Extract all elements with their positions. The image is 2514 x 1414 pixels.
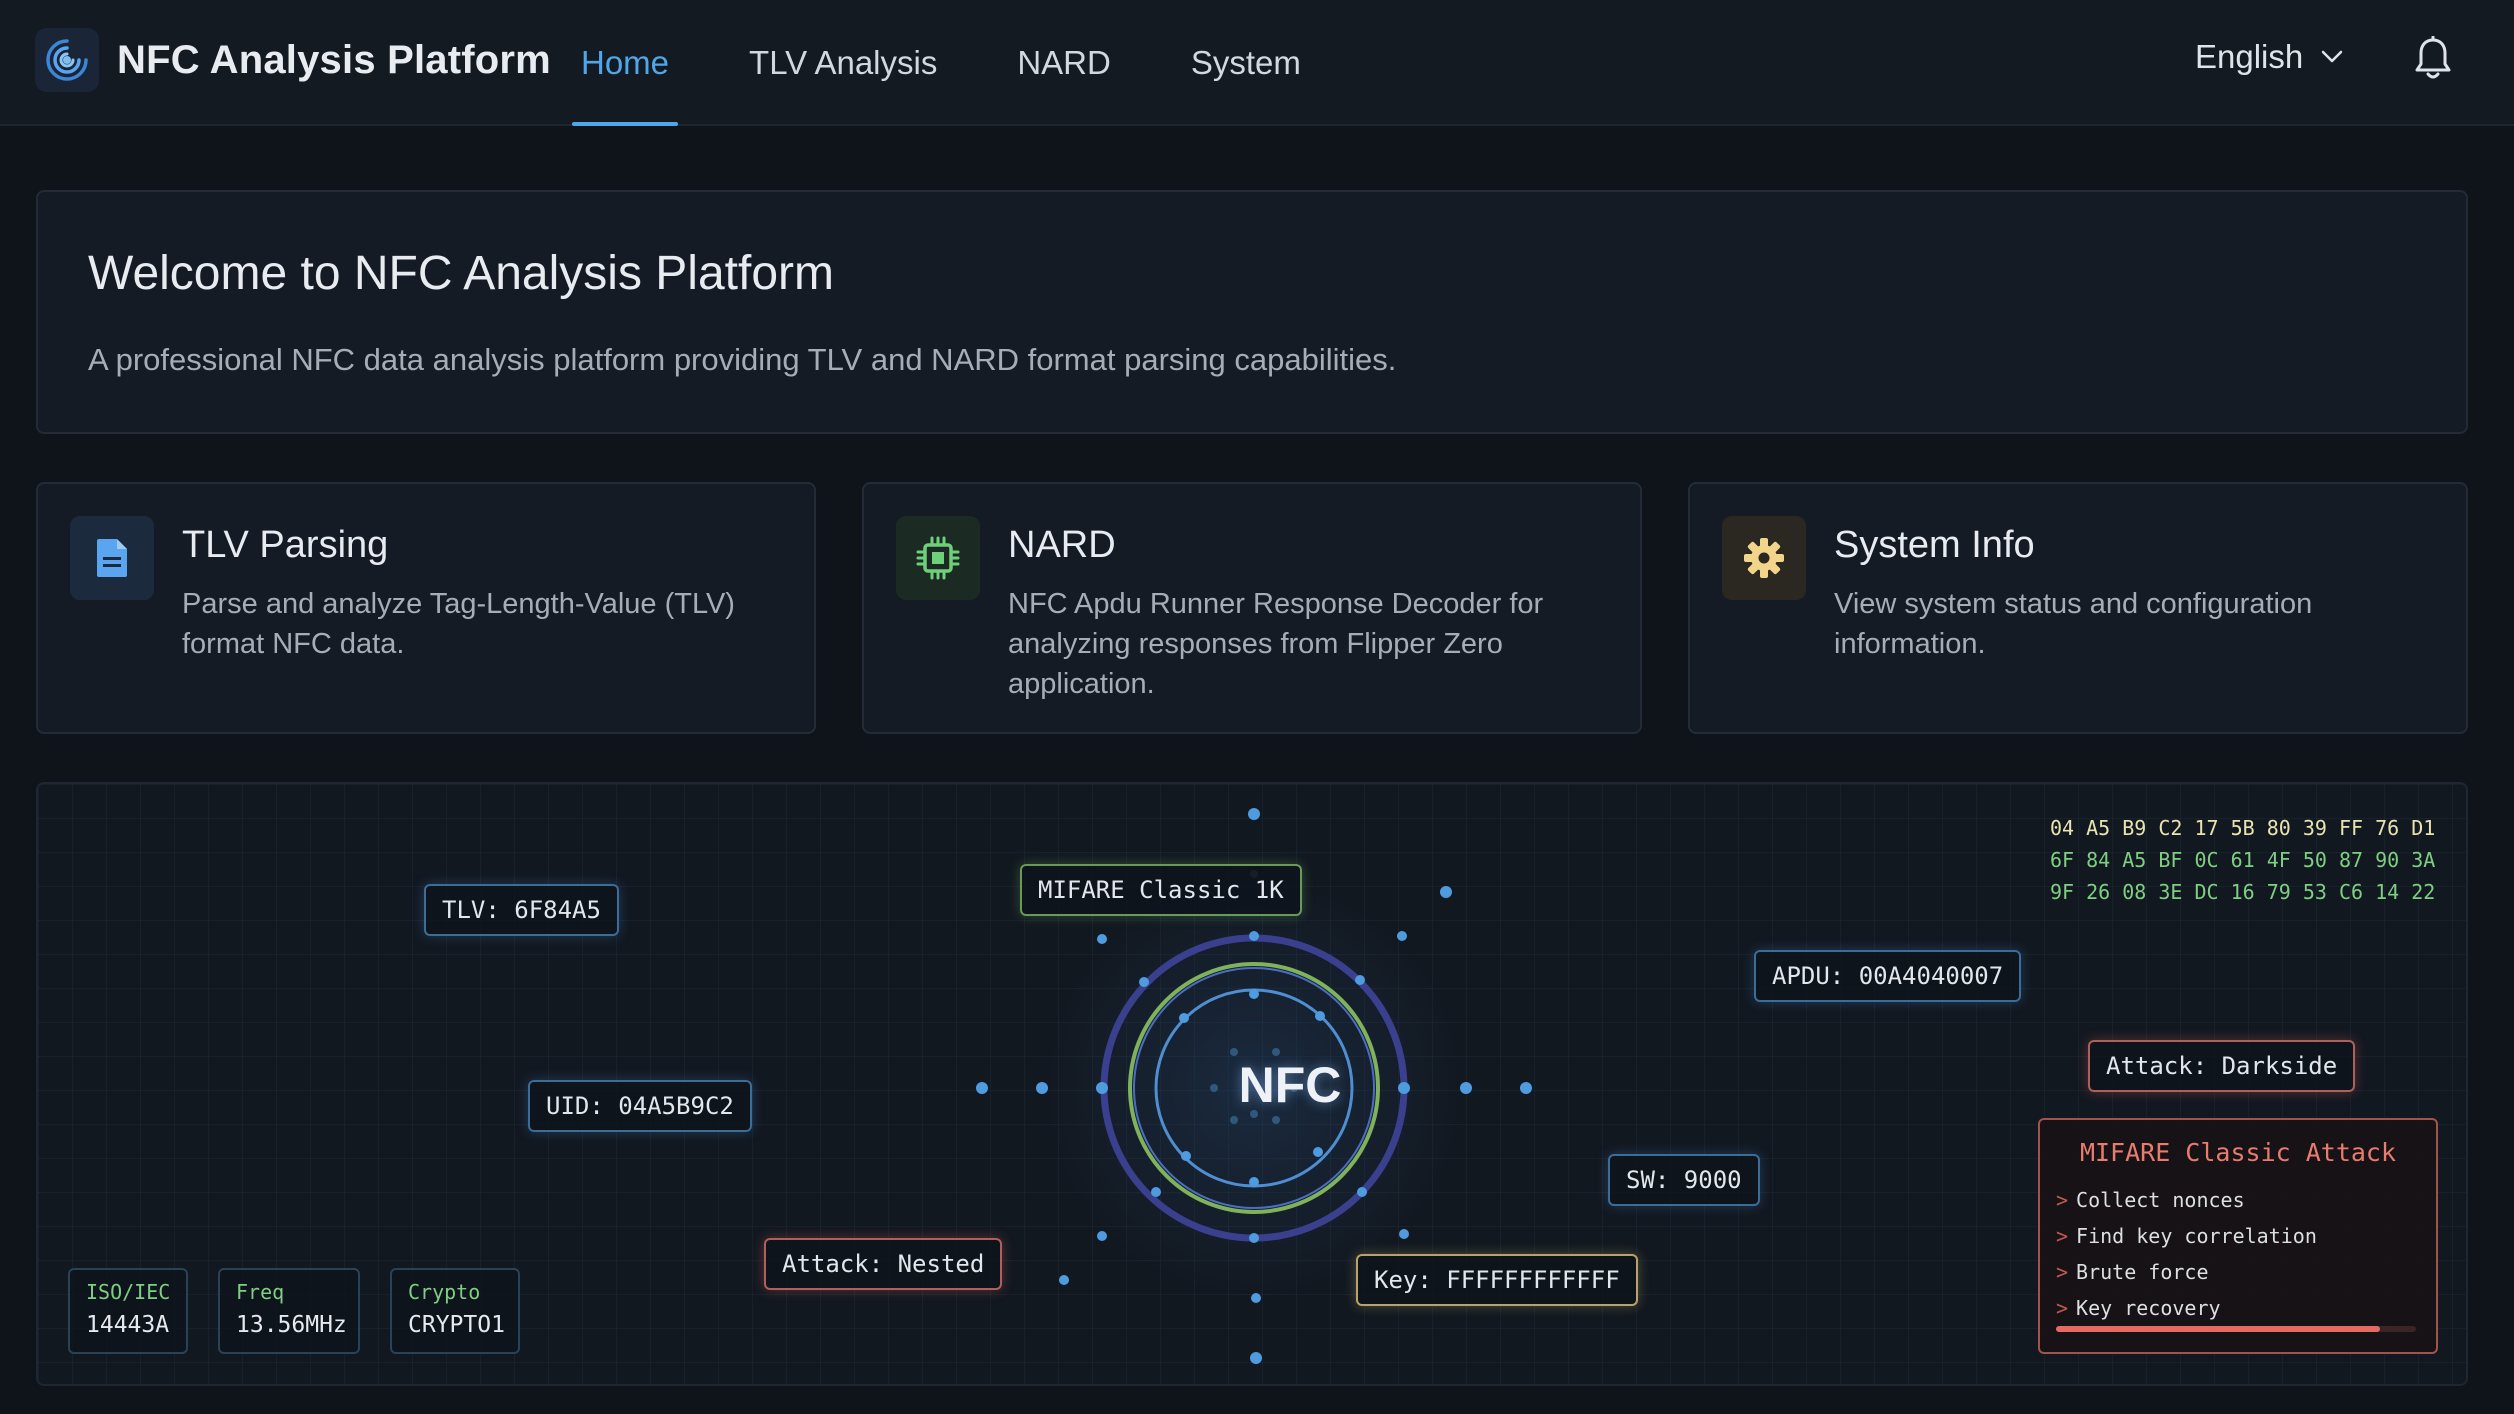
nav-nard[interactable]: NARD	[1008, 0, 1120, 126]
nav-system[interactable]: System	[1182, 0, 1310, 126]
welcome-card: Welcome to NFC Analysis Platform A profe…	[36, 190, 2468, 434]
welcome-title: Welcome to NFC Analysis Platform	[88, 247, 834, 300]
card-description: View system status and configuration inf…	[1834, 588, 2313, 660]
status-word-label: SW: 9000	[1608, 1154, 1760, 1206]
app-title: NFC Analysis Platform	[117, 37, 551, 82]
chip-icon	[896, 516, 980, 600]
language-selector[interactable]: English	[2195, 38, 2343, 76]
main-nav: Home TLV Analysis NARD System	[572, 0, 1372, 126]
card-title: NARD	[1008, 524, 1116, 566]
hex-row: 9F 26 08 3E DC 16 79 53 C6 14 22	[2050, 880, 2436, 904]
spec-key: ISO/IEC	[86, 1280, 171, 1304]
card-description: Parse and analyze Tag-Length-Value (TLV)…	[182, 588, 735, 660]
nfc-center-label: NFC	[1238, 1057, 1342, 1113]
spec-value: CRYPTO1	[408, 1312, 505, 1338]
spec-value: 13.56MHz	[236, 1312, 347, 1338]
card-title: System Info	[1834, 524, 2035, 566]
card-nard[interactable]: NARD NFC Apdu Runner Response Decoder fo…	[862, 482, 1642, 734]
bell-icon[interactable]	[2413, 35, 2453, 87]
spec-frequency: Freq 13.56MHz	[218, 1268, 360, 1354]
nfc-visualization: NFC TLV: 6F84A5 UID: 04A5B9C2 MIFARE Cla…	[36, 782, 2468, 1386]
attack-steps: > Collect nonces > Find key correlation > B…	[2056, 1182, 2317, 1326]
hex-row: 6F 84 A5 BF 0C 61 4F 50 87 90 3A	[2050, 848, 2436, 872]
tlv-tag-label: TLV: 6F84A5	[424, 884, 619, 936]
spec-value: 14443A	[86, 1312, 170, 1338]
hex-row: 04 A5 B9 C2 17 5B 80 39 FF 76 D1	[2050, 816, 2436, 840]
mifare-tag-label: MIFARE Classic 1K	[1020, 864, 1302, 916]
spec-key: Freq	[236, 1280, 285, 1304]
card-title: TLV Parsing	[182, 524, 389, 566]
attack-progress-fill	[2056, 1326, 2380, 1332]
card-tlv-parsing[interactable]: TLV Parsing Parse and analyze Tag-Length…	[36, 482, 816, 734]
nfc-signal-icon	[35, 28, 99, 92]
nav-home[interactable]: Home	[572, 0, 679, 126]
mifare-attack-panel: MIFARE Classic Attack > Collect nonces > F…	[2038, 1118, 2438, 1354]
nested-attack-label: Attack: Nested	[764, 1238, 1003, 1290]
attack-panel-title: MIFARE Classic Attack	[2079, 1138, 2397, 1167]
gear-icon	[1722, 516, 1806, 600]
attack-step: > Brute force	[2056, 1260, 2209, 1284]
uid-tag-label: UID: 04A5B9C2	[528, 1080, 752, 1132]
hex-dump: 04 A5 B9 C2 17 5B 80 39 FF 76 D1 6F 84 A…	[2050, 812, 2435, 908]
document-icon	[70, 516, 154, 600]
spec-crypto: Crypto CRYPTO1	[390, 1268, 520, 1354]
card-description: NFC Apdu Runner Response Decoder for ana…	[1008, 588, 1544, 700]
key-label: Key: FFFFFFFFFFFF	[1356, 1254, 1638, 1306]
spec-iso-standard: ISO/IEC 14443A	[68, 1268, 188, 1354]
darkside-attack-label: Attack: Darkside	[2088, 1040, 2356, 1092]
spec-key: Crypto	[408, 1280, 481, 1304]
chevron-down-icon	[2321, 50, 2343, 63]
attack-step: > Key recovery	[2056, 1296, 2221, 1320]
attack-step: > Find key correlation	[2056, 1224, 2317, 1248]
top-bar: NFC Analysis Platform Home TLV Analysis …	[0, 0, 2514, 126]
brand[interactable]: NFC Analysis Platform	[35, 28, 551, 92]
nav-tlv-analysis[interactable]: TLV Analysis	[740, 0, 946, 126]
welcome-subtitle: A professional NFC data analysis platfor…	[88, 342, 1397, 377]
apdu-tag-label: APDU: 00A4040007	[1754, 950, 2022, 1002]
attack-step: > Collect nonces	[2056, 1188, 2245, 1212]
language-label: English	[2195, 38, 2304, 75]
attack-progress-bar	[2056, 1326, 2416, 1332]
card-system-info[interactable]: System Info View system status and confi…	[1688, 482, 2468, 734]
